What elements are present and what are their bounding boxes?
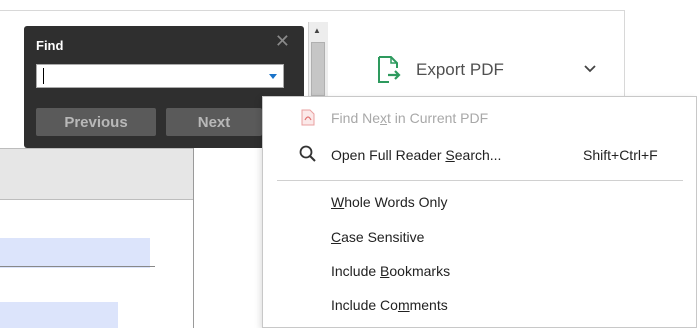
export-pdf-button[interactable]: Export PDF <box>368 52 608 88</box>
export-pdf-label: Export PDF <box>416 60 504 79</box>
search-highlight <box>0 302 118 328</box>
pdf-icon <box>301 109 315 131</box>
top-divider <box>0 10 625 11</box>
menu-item-find-next: Find Next in Current PDF <box>331 110 489 126</box>
text-caret <box>43 68 44 84</box>
dropdown-arrow-icon[interactable] <box>269 74 277 79</box>
menu-item-case-sensitive[interactable]: Case Sensitive <box>331 229 424 245</box>
close-icon[interactable]: ✕ <box>275 32 290 50</box>
toolbar-divider <box>624 10 625 100</box>
find-search-input[interactable] <box>36 64 284 88</box>
search-highlight <box>0 238 150 268</box>
menu-item-include-comments[interactable]: Include Comments <box>331 297 448 313</box>
text-underline <box>0 266 155 267</box>
menu-item-whole-words[interactable]: Whole Words Only <box>331 194 447 210</box>
search-icon <box>299 145 317 168</box>
document-header-band <box>0 148 193 200</box>
scroll-up-icon[interactable]: ▲ <box>313 26 321 35</box>
menu-item-open-full-search[interactable]: Open Full Reader Search... <box>331 147 501 163</box>
menu-item-include-bookmarks[interactable]: Include Bookmarks <box>331 263 450 279</box>
menu-divider <box>277 180 683 181</box>
find-title: Find <box>36 38 64 53</box>
document-divider <box>193 148 194 328</box>
export-pdf-icon <box>376 55 402 85</box>
find-options-menu: Find Next in Current PDF Open Full Reade… <box>262 96 697 328</box>
next-button[interactable]: Next <box>166 108 262 136</box>
shortcut-label: Shift+Ctrl+F <box>583 147 658 163</box>
scrollbar-thumb[interactable] <box>311 42 325 96</box>
document-gutter <box>194 140 262 328</box>
previous-button[interactable]: Previous <box>36 108 156 136</box>
chevron-down-icon[interactable] <box>582 60 598 76</box>
